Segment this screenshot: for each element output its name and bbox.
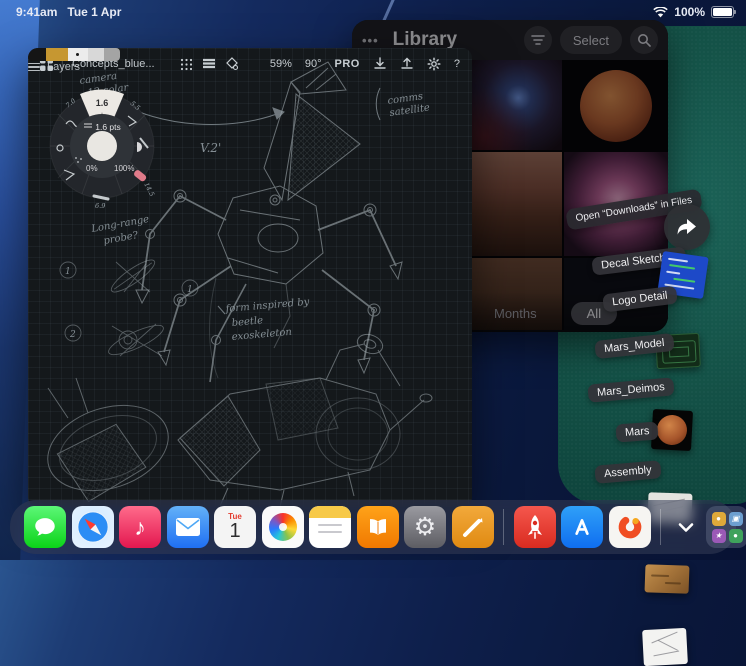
orange-c-icon — [618, 515, 641, 539]
drag-thumb-assembly — [642, 627, 688, 666]
appstore-a-icon — [575, 519, 589, 535]
photo-thumbnail-nebula-blue[interactable] — [458, 60, 562, 150]
dock-divider — [660, 509, 661, 545]
color-swatch-bar[interactable] — [28, 48, 120, 61]
wheel-opacity-max: 100% — [114, 164, 134, 173]
annotation-version: V.2' — [200, 141, 221, 155]
wifi-icon — [653, 6, 669, 18]
drag-thumb-mars — [644, 564, 690, 594]
dock-app-library[interactable]: ● ▣ ★ ● — [706, 506, 746, 548]
settings-gear-icon[interactable] — [427, 57, 441, 71]
select-button[interactable]: Select — [559, 26, 622, 54]
share-forward-icon — [677, 219, 696, 235]
search-button[interactable] — [630, 26, 658, 54]
dock-app-mail[interactable] — [166, 506, 209, 548]
wheel-size-badge: 1.6 — [96, 98, 109, 108]
annotation-circled-2: 2 — [69, 330, 76, 340]
more-button[interactable]: ••• — [362, 33, 379, 48]
filter-lines-icon — [531, 35, 545, 45]
share-button[interactable] — [664, 204, 710, 250]
status-time: 9:41am — [16, 5, 58, 19]
import-icon[interactable] — [373, 57, 387, 71]
help-button[interactable]: ? — [454, 58, 460, 70]
wheel-size-label: 1.6 pts — [95, 122, 121, 132]
wheel-side-size: 14.5 — [142, 181, 156, 198]
dock-app-concepts[interactable] — [451, 506, 494, 548]
annotation-exoskeleton: exoskeleton — [231, 327, 292, 343]
chevron-down-icon — [678, 523, 693, 532]
battery-icon — [711, 6, 736, 18]
zoom-level[interactable]: 59% — [270, 58, 292, 70]
dock-app-color-c[interactable] — [608, 506, 651, 548]
swatch-lightgray[interactable] — [88, 48, 104, 61]
dock-app-settings[interactable]: ⚙ — [404, 506, 446, 548]
dot-grid-icon[interactable] — [180, 58, 193, 71]
dock-divider — [503, 509, 504, 545]
shape-tool-icon[interactable] — [225, 57, 239, 71]
dock-app-appstore[interactable] — [561, 506, 603, 548]
calendar-day: 1 — [229, 520, 241, 542]
drag-item-label: Mars — [615, 421, 660, 443]
battery-percent: 100% — [674, 5, 705, 19]
dock-app-safari[interactable] — [71, 506, 114, 548]
dock: ♪ Tue 1 ⚙ ● ▣ ★ ● — [10, 500, 746, 554]
dock-app-messages[interactable] — [24, 506, 66, 548]
status-date: Tue 1 Apr — [67, 5, 122, 19]
export-icon[interactable] — [400, 57, 414, 71]
dock-app-music[interactable]: ♪ — [119, 506, 161, 548]
mail-envelope-icon — [175, 518, 200, 536]
notes-yellow-bar — [309, 506, 351, 518]
safari-compass-icon — [76, 511, 109, 543]
rocket-icon — [527, 515, 542, 539]
annotation-beetle: beetle — [231, 315, 263, 329]
wheel-color-center — [87, 131, 117, 161]
pro-badge[interactable]: PRO — [335, 58, 360, 70]
rotation-value[interactable]: 90° — [305, 58, 322, 70]
wheel-bottom-size: 6.9 — [95, 202, 105, 210]
annotation-circled-3: 1 — [187, 285, 193, 295]
filter-button[interactable] — [523, 26, 552, 54]
tool-wheel[interactable]: 1.6 7.0 5.5 14.5 6.9 1.6 pts 0% 100% — [42, 78, 172, 218]
app-library-grid-icon: ● ▣ ★ ● — [711, 511, 743, 543]
dock-app-rocket[interactable] — [513, 506, 556, 548]
music-note-icon: ♪ — [134, 513, 146, 540]
swatch-gray[interactable] — [104, 48, 120, 61]
photo-thumbnail-mars-globe[interactable] — [564, 60, 668, 150]
dock-collapse-chevron[interactable] — [671, 506, 701, 548]
layers-stack-icon[interactable] — [202, 58, 216, 70]
swatch-black[interactable] — [28, 48, 46, 61]
messages-bubble-icon — [35, 518, 55, 536]
tab-months[interactable]: Months — [494, 306, 537, 321]
annotation-circled-1: 1 — [65, 267, 71, 277]
concepts-window: camera 12 solar comms satellite V.2' Lon… — [28, 48, 472, 507]
dock-app-photos[interactable] — [261, 506, 304, 548]
photo-thumbnail-mars-landscape[interactable] — [458, 152, 562, 256]
settings-gear-glyph: ⚙ — [413, 513, 437, 541]
annotation-probe: probe? — [103, 230, 140, 247]
photos-flower-icon — [268, 513, 297, 541]
search-icon — [638, 34, 651, 47]
dock-app-calendar[interactable]: Tue 1 — [214, 506, 256, 548]
concepts-pen-icon — [462, 518, 482, 537]
dock-app-notes[interactable] — [309, 506, 351, 548]
books-open-book-icon — [369, 519, 386, 535]
swatch-gold[interactable] — [46, 48, 68, 61]
wheel-opacity-min: 0% — [86, 164, 98, 173]
swatch-white-selected[interactable] — [68, 48, 88, 61]
dock-app-books[interactable] — [356, 506, 399, 548]
